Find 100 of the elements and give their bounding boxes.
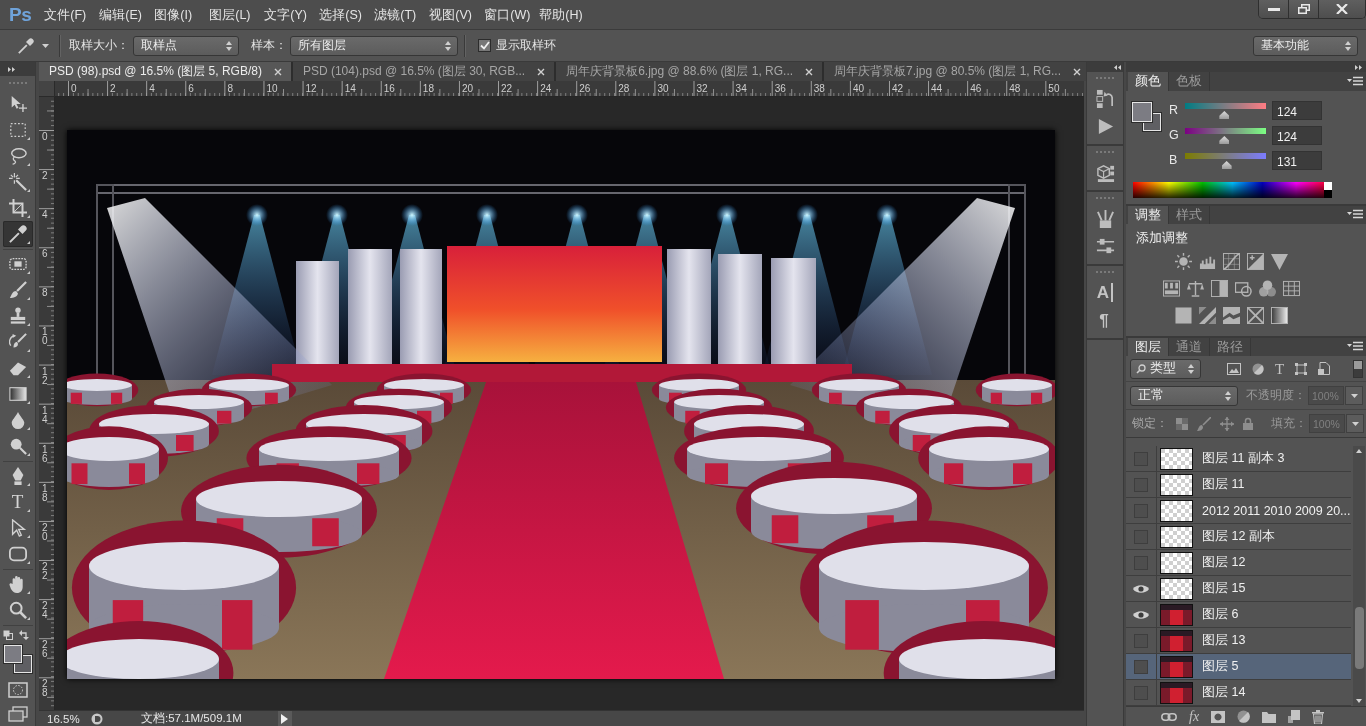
color-swatch-pair[interactable]	[2, 644, 33, 674]
half-circle-icon[interactable]	[1237, 710, 1251, 723]
workspace-dropdown[interactable]: 基本功能	[1253, 35, 1358, 56]
layer-row[interactable]: 图层 12	[1126, 550, 1351, 576]
expand-arrows-icon[interactable]	[1355, 64, 1363, 70]
layer-row[interactable]: 图层 15	[1126, 576, 1351, 602]
checkbox[interactable]	[478, 39, 491, 52]
sun-icon[interactable]	[1175, 253, 1192, 270]
panel-tab[interactable]: 路径	[1210, 338, 1251, 356]
channel-value-field[interactable]: 131	[1272, 151, 1322, 170]
brush-cup-icon[interactable]	[1095, 208, 1115, 228]
panel-menu-icon[interactable]	[1347, 76, 1363, 86]
close-icon[interactable]	[273, 67, 282, 76]
trash-icon[interactable]	[1312, 709, 1325, 724]
color-spectrum[interactable]	[1133, 182, 1332, 198]
slider-thumb[interactable]	[1219, 136, 1230, 144]
filter-toggle[interactable]	[1353, 359, 1363, 378]
paragraph-panel-button[interactable]: ¶	[1099, 310, 1111, 330]
sample-dropdown[interactable]: 所有图层	[290, 35, 458, 56]
panel-tab[interactable]: 颜色	[1128, 72, 1169, 91]
three-circles-icon[interactable]	[1259, 280, 1276, 297]
history-icon[interactable]	[1095, 88, 1115, 108]
grid-icon[interactable]	[1283, 280, 1300, 297]
bounding-box-icon[interactable]	[1295, 362, 1308, 375]
tool-button[interactable]	[2, 221, 33, 247]
layer-row[interactable]: 图层 5	[1126, 654, 1351, 680]
menu-item[interactable]: 文字(Y)	[258, 5, 314, 25]
minimize-button[interactable]	[1259, 0, 1288, 18]
close-icon[interactable]	[537, 67, 546, 76]
triangle-icon[interactable]	[1271, 253, 1288, 270]
panel-tab[interactable]: 调整	[1128, 206, 1169, 224]
scroll-up-icon[interactable]	[1356, 449, 1362, 453]
expand-arrows-icon[interactable]	[8, 66, 16, 72]
restore-button[interactable]	[1288, 0, 1318, 18]
panel-tab[interactable]: 通道	[1169, 338, 1210, 356]
mask-icon[interactable]	[1211, 710, 1226, 723]
color-swatch-pair[interactable]	[1131, 101, 1162, 132]
zigzag-icon[interactable]	[1223, 307, 1240, 324]
menu-item[interactable]: 图像(I)	[148, 5, 204, 25]
layer-effects-button[interactable]: fx	[1189, 709, 1200, 724]
menu-item[interactable]: 选择(S)	[313, 5, 369, 25]
panel-tab[interactable]: 色板	[1169, 72, 1210, 91]
picture-icon[interactable]	[1227, 362, 1241, 375]
link-icon[interactable]	[1161, 712, 1177, 721]
scale-icon[interactable]	[1187, 280, 1204, 297]
padlock-icon[interactable]	[1243, 417, 1253, 430]
close-button[interactable]	[1318, 0, 1365, 18]
layer-row[interactable]: 图层 11	[1126, 472, 1351, 498]
character-panel-button[interactable]: A	[1096, 282, 1114, 302]
half-square-icon[interactable]	[1211, 280, 1228, 297]
stacked-rectangles-icon[interactable]	[7, 706, 28, 722]
menu-item[interactable]: 帮助(H)	[533, 5, 589, 25]
disc-icon[interactable]	[91, 712, 103, 725]
scrollbar-thumb[interactable]	[1354, 607, 1364, 669]
swap-arrows-icon[interactable]	[18, 630, 29, 640]
bands-icon[interactable]	[1199, 307, 1216, 324]
menu-item[interactable]: 编辑(E)	[93, 5, 149, 25]
layer-row[interactable]: 图层 12 副本	[1126, 524, 1351, 550]
slider-thumb[interactable]	[1219, 111, 1230, 119]
cross-square-icon[interactable]	[1247, 307, 1264, 324]
brush-icon[interactable]	[1197, 416, 1211, 431]
document-tab[interactable]: PSD (104).psd @ 16.5% (图层 30, RGB...	[292, 62, 555, 81]
layer-row[interactable]: 图层 6	[1126, 602, 1351, 628]
close-icon[interactable]	[805, 67, 814, 76]
curve-icon[interactable]	[1223, 253, 1240, 270]
panel-tab[interactable]: 样式	[1169, 206, 1210, 224]
zoom-level[interactable]: 16.5%	[39, 712, 85, 725]
blend-mode-dropdown[interactable]: 正常	[1130, 385, 1238, 406]
panel-menu-icon[interactable]	[1347, 341, 1363, 351]
plus-minus-icon[interactable]	[1247, 253, 1264, 270]
menu-item[interactable]: 视图(V)	[423, 5, 479, 25]
menu-item[interactable]: 图层(L)	[203, 5, 259, 25]
channel-value-field[interactable]: 124	[1272, 126, 1322, 145]
sample-size-dropdown[interactable]: 取样点	[133, 35, 239, 56]
document-tab[interactable]: PSD (98).psd @ 16.5% (图层 5, RGB/8)	[39, 62, 291, 81]
cube-icon[interactable]	[1095, 162, 1115, 182]
layer-row[interactable]: 2012 2011 2010 2009 20...	[1126, 498, 1351, 524]
overlapping-squares-icon[interactable]	[2, 630, 13, 640]
status-menu-button[interactable]	[277, 711, 292, 726]
channel-value-field[interactable]: 124	[1272, 101, 1322, 120]
filter-kind-dropdown[interactable]: 类型	[1130, 358, 1201, 379]
tool-button[interactable]: T	[2, 489, 33, 515]
folder-icon[interactable]	[1262, 710, 1277, 723]
fill-dropdown-button[interactable]	[1346, 414, 1364, 433]
eye-icon[interactable]	[1133, 609, 1149, 620]
eye-icon[interactable]	[1133, 583, 1149, 594]
page-icon[interactable]	[1318, 362, 1331, 375]
stacked-squares-icon[interactable]	[1288, 710, 1301, 723]
panel-tab[interactable]: 图层	[1128, 338, 1169, 356]
layer-row[interactable]: 图层 14	[1126, 680, 1351, 706]
checkerboard-icon[interactable]	[1176, 417, 1188, 430]
type-filter-button[interactable]: T	[1275, 361, 1285, 376]
bars-icon[interactable]	[1163, 280, 1180, 297]
menu-item[interactable]: 窗口(W)	[478, 5, 534, 25]
layer-row[interactable]: 图层 11 副本 3	[1126, 446, 1351, 472]
scrollbar[interactable]	[1353, 446, 1365, 706]
close-icon[interactable]	[1073, 67, 1081, 76]
menu-item[interactable]: 滤镜(T)	[368, 5, 424, 25]
slider-thumb[interactable]	[1221, 161, 1232, 169]
checkbox-label[interactable]: 显示取样环	[496, 37, 556, 54]
